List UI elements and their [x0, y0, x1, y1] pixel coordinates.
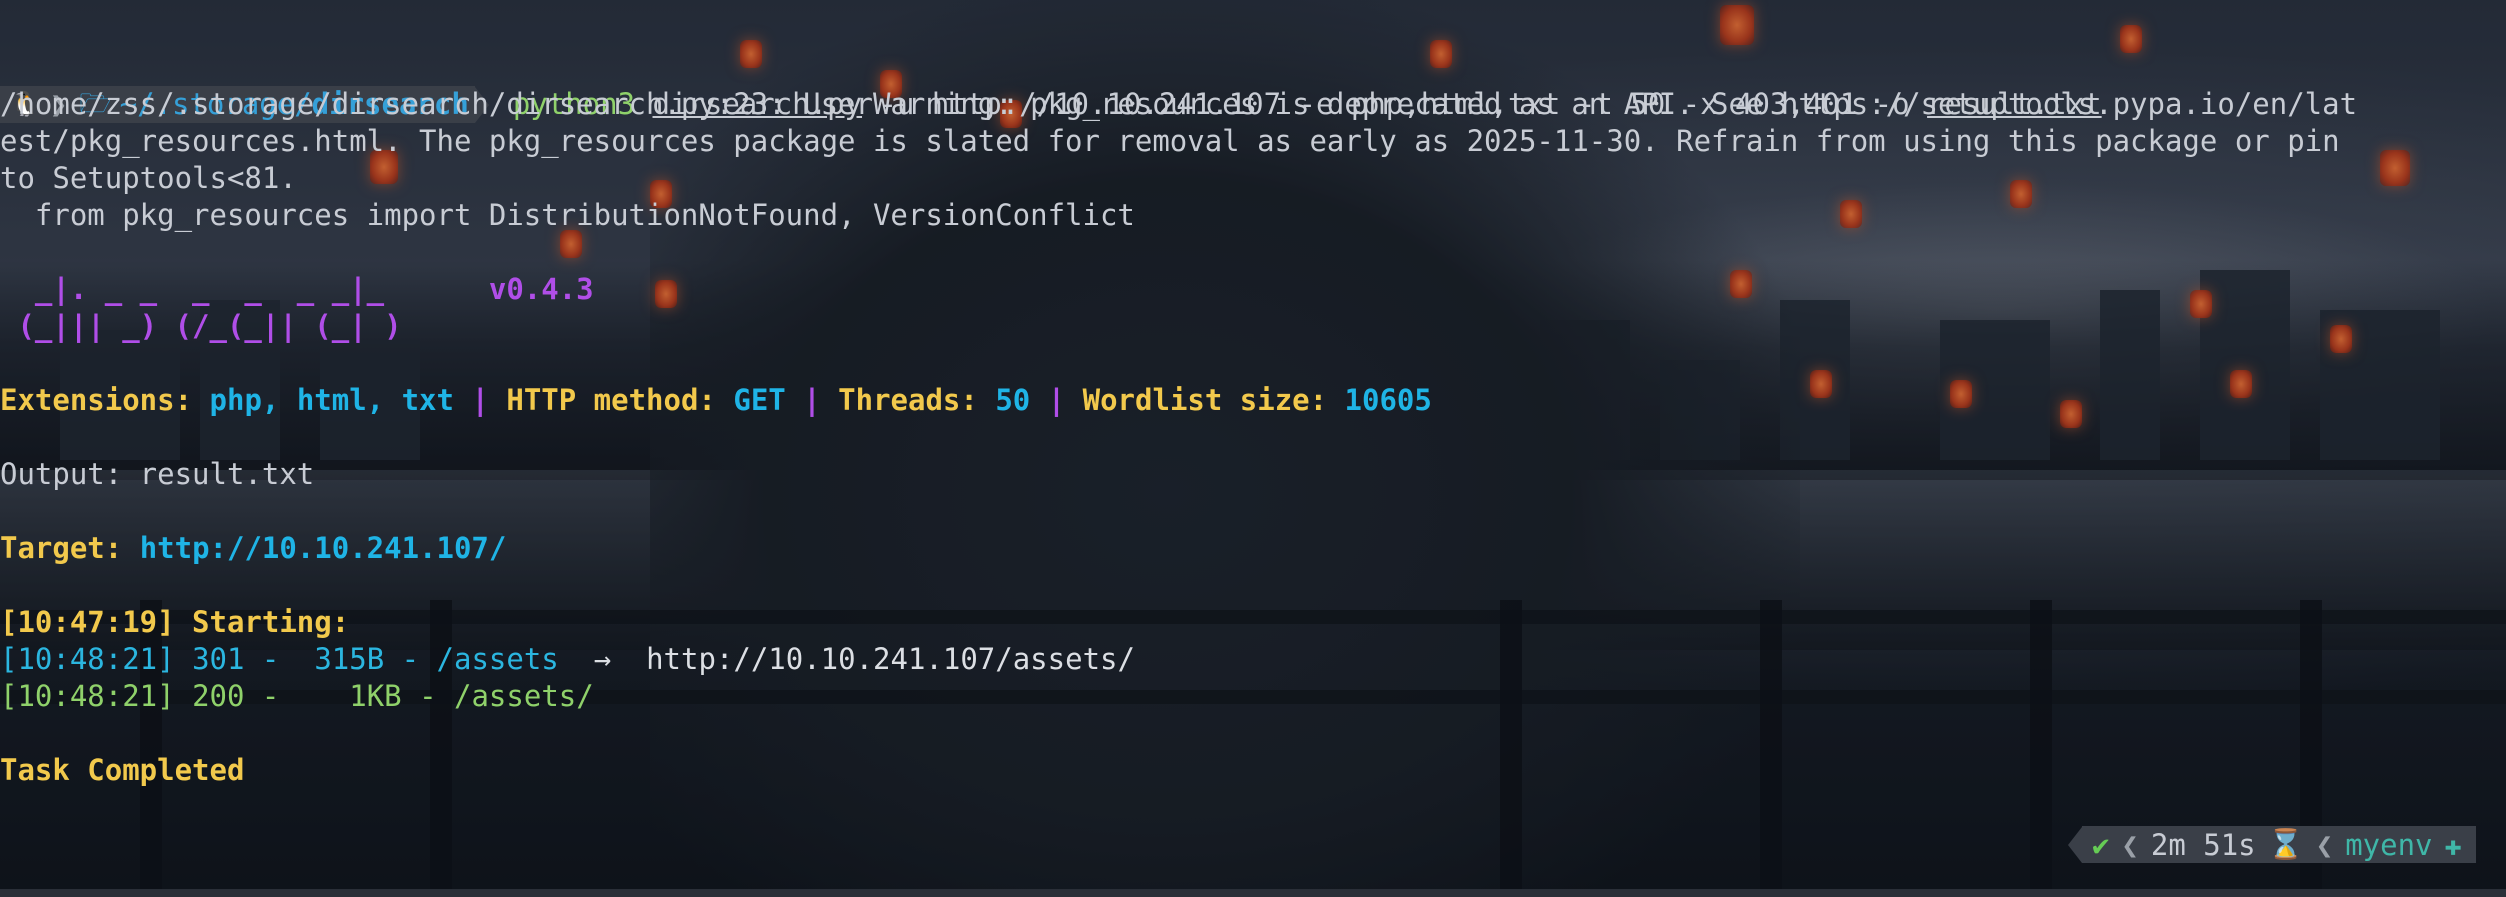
virtualenv-name: myenv [2345, 827, 2433, 862]
task-completed-line: Task Completed [0, 753, 245, 787]
prompt-line: 🐧 ❯ 🗁 ~/.storage/dirsearch python3 dirse… [0, 12, 2102, 123]
warning-line-1: /home/zss/.storage/dirsearch/dirsearch.p… [0, 87, 2358, 121]
result-row: [10:48:21] 301 - 315B - /assets → http:/… [0, 642, 1135, 676]
target-line: Target: http://10.10.241.107/ [0, 531, 507, 565]
banner-art-2: (_||| _) (/_(_|| (_| ) [0, 309, 402, 343]
window-bottom-border [0, 889, 2506, 897]
warning-line-3: to Setuptools<81. [0, 161, 297, 195]
version-label: v0.4.3 [488, 272, 594, 306]
warning-line-2: est/pkg_resources.html. The pkg_resource… [0, 124, 2340, 158]
config-line: Extensions: php, html, txt | HTTP method… [0, 383, 1432, 417]
starting-line: [10:47:19] Starting: [0, 605, 350, 639]
command-duration: 2m 51s [2150, 827, 2256, 862]
warning-line-4: from pkg_resources import DistributionNo… [0, 198, 1135, 232]
arrow-right-icon: → [593, 642, 612, 676]
result-row: [10:48:21] 200 - 1KB - /assets/ [0, 679, 594, 713]
terminal-window[interactable]: 🐧 ❯ 🗁 ~/.storage/dirsearch python3 dirse… [0, 0, 2506, 897]
output-line: Output: result.txt [0, 457, 315, 491]
prompt-line-active[interactable]: 🐧 ❯ 🗁 ~/.storage/dirsearch [0, 826, 524, 863]
banner-art-1: _|. _ _ _ _ _ _|_ v0.4.3 [0, 272, 594, 306]
hourglass-icon: ⌛ [2267, 827, 2304, 861]
right-prompt: ✔ ❮ 2m 51s ⌛ ❮ myenv ✚ [2067, 826, 2476, 863]
chevron-left-icon: ❮ [2121, 827, 2139, 862]
chevron-left-icon: ❮ [2315, 827, 2334, 862]
check-icon: ✔ [2091, 827, 2110, 862]
python-icon: ✚ [2444, 827, 2462, 862]
